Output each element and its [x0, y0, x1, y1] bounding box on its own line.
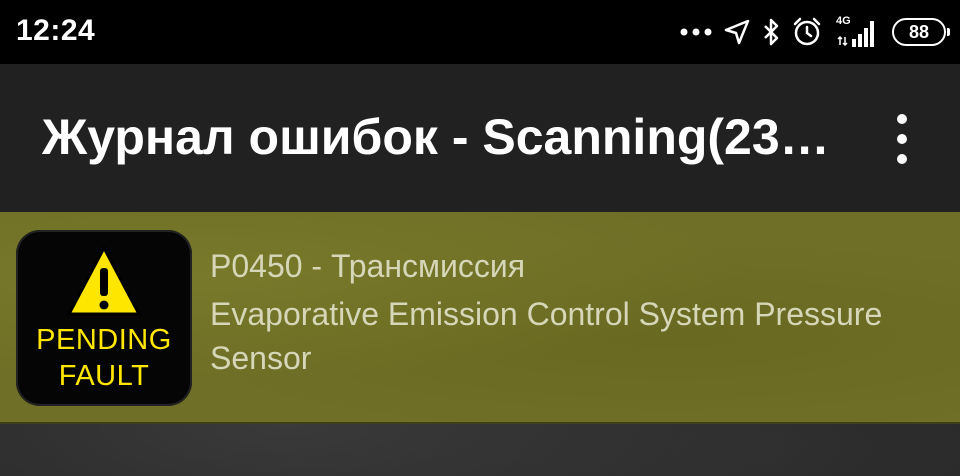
battery-icon: 88 — [892, 18, 950, 46]
battery-level: 88 — [908, 21, 930, 42]
warning-triangle-icon — [67, 246, 141, 316]
app-screen: 12:24 4G 88 Журнал ошибок - Scanning(23…… — [0, 0, 960, 476]
badge-text-pending: PENDING — [36, 324, 172, 356]
status-time: 12:24 — [16, 14, 96, 47]
app-bar: Журнал ошибок - Scanning(23… — [0, 64, 960, 212]
signal-icon: 4G — [834, 15, 880, 49]
location-arrow-icon — [724, 19, 750, 45]
pending-fault-badge: PENDING FAULT — [16, 230, 192, 406]
status-icons: 4G 88 — [680, 12, 950, 52]
status-bar: 12:24 4G 88 — [0, 0, 960, 64]
bluetooth-icon — [762, 18, 780, 46]
more-dots-icon — [680, 27, 712, 37]
page-title: Журнал ошибок - Scanning(23… — [42, 109, 830, 165]
badge-text-fault: FAULT — [58, 360, 150, 392]
fault-list: PENDING FAULT P0450 - Трансмиссия Evapor… — [0, 212, 960, 476]
fault-description: Evaporative Emission Control System Pres… — [210, 296, 883, 376]
alarm-clock-icon — [792, 17, 822, 47]
overflow-menu-icon[interactable] — [888, 114, 916, 164]
fault-code: P0450 - Трансмиссия — [210, 248, 526, 284]
list-item[interactable]: PENDING FAULT P0450 - Трансмиссия Evapor… — [0, 212, 960, 424]
